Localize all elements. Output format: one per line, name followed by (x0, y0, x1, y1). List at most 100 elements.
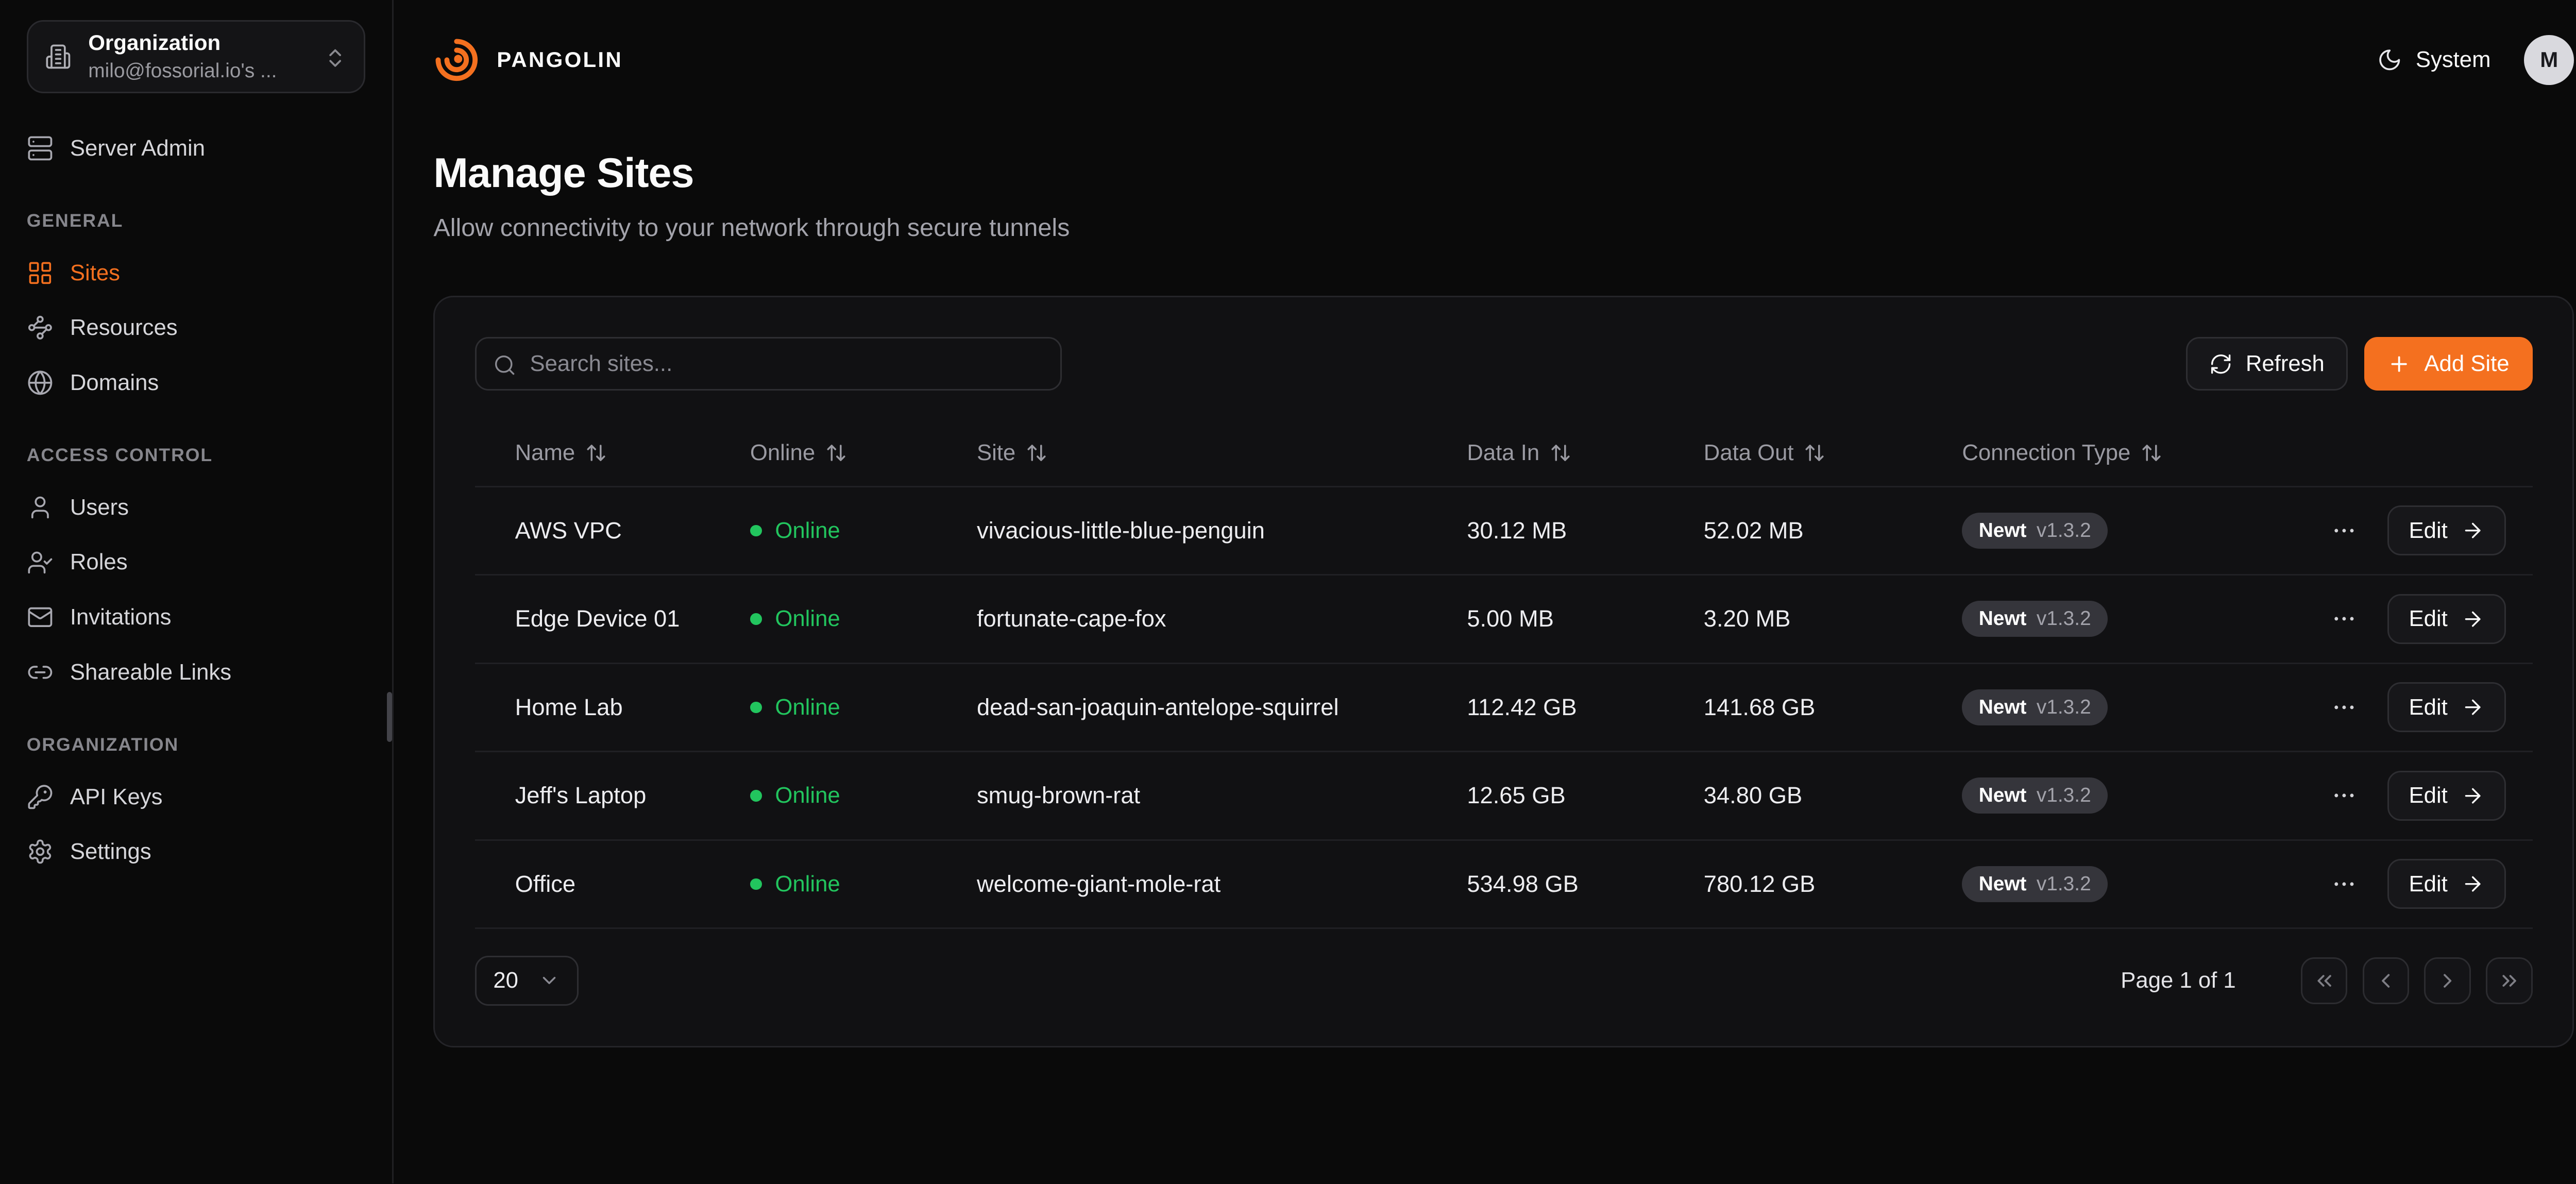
search-input[interactable] (530, 351, 1044, 377)
sidebar-item-label: Shareable Links (70, 659, 231, 685)
grid-icon (27, 260, 54, 286)
table-row: Jeff's Laptop Online smug-brown-rat 12.6… (475, 752, 2533, 841)
arrow-right-icon (2461, 696, 2484, 719)
online-status: Online (750, 606, 977, 632)
arrow-right-icon (2461, 519, 2484, 542)
next-page-button[interactable] (2424, 957, 2471, 1004)
sidebar-nav: Server Admin GENERAL Sites Resources Dom (27, 123, 365, 876)
name-cell: AWS VPC (515, 517, 750, 544)
refresh-button[interactable]: Refresh (2186, 337, 2348, 391)
column-label: Connection Type (1962, 440, 2130, 466)
last-page-button[interactable] (2486, 957, 2533, 1004)
sidebar-item-sites[interactable]: Sites (27, 248, 365, 298)
row-actions-button[interactable] (2324, 864, 2364, 904)
connection-cell: Newtv1.3.2 (1962, 601, 2312, 637)
sidebar-item-invitations[interactable]: Invitations (27, 593, 365, 642)
row-actions-button[interactable] (2324, 776, 2364, 816)
connection-cell: Newtv1.3.2 (1962, 777, 2312, 814)
sidebar-item-settings[interactable]: Settings (27, 827, 365, 877)
data-out-cell: 780.12 GB (1704, 871, 1962, 898)
edit-button-label: Edit (2409, 695, 2448, 720)
arrow-right-icon (2461, 607, 2484, 631)
moon-icon (2377, 47, 2402, 73)
edit-button[interactable]: Edit (2387, 859, 2506, 909)
edit-button[interactable]: Edit (2387, 505, 2506, 555)
connection-client: Newt (1979, 519, 2027, 542)
sidebar-item-resources[interactable]: Resources (27, 303, 365, 353)
ellipsis-icon (2331, 782, 2358, 809)
sort-icon (825, 442, 847, 464)
first-page-button[interactable] (2301, 957, 2348, 1004)
site-cell: smug-brown-rat (977, 782, 1467, 809)
add-site-button[interactable]: Add Site (2364, 337, 2532, 391)
connection-version: v1.3.2 (2037, 696, 2091, 719)
theme-toggle[interactable]: System (2377, 47, 2490, 73)
avatar[interactable]: M (2524, 35, 2574, 85)
column-label: Site (977, 440, 1015, 466)
sidebar-item-domains[interactable]: Domains (27, 358, 365, 408)
refresh-button-label: Refresh (2246, 351, 2325, 377)
link-icon (27, 659, 54, 686)
online-status-label: Online (775, 606, 840, 632)
column-header-data-out[interactable]: Data Out (1704, 440, 1962, 466)
edit-button[interactable]: Edit (2387, 594, 2506, 644)
column-header-connection-type[interactable]: Connection Type (1962, 440, 2312, 466)
sidebar: Organization milo@fossorial.io's ... Ser… (0, 0, 394, 1183)
toolbar-actions: Refresh Add Site (2186, 337, 2533, 391)
page-size-select[interactable]: 20 (475, 956, 579, 1006)
pangolin-logo (433, 37, 480, 83)
column-header-data-in[interactable]: Data In (1467, 440, 1703, 466)
column-header-online[interactable]: Online (750, 440, 977, 466)
brand[interactable]: PANGOLIN (433, 37, 623, 83)
edit-button[interactable]: Edit (2387, 682, 2506, 732)
sidebar-item-users[interactable]: Users (27, 482, 365, 532)
topbar-right: System M (2377, 35, 2574, 85)
status-dot (750, 613, 762, 625)
row-actions-button[interactable] (2324, 687, 2364, 728)
ellipsis-icon (2331, 694, 2358, 721)
main-area: PANGOLIN System M Manage Sites Allow con… (394, 0, 2576, 1183)
edit-button-label: Edit (2409, 871, 2448, 897)
sidebar-scrollbar[interactable] (387, 692, 392, 742)
table-row: Office Online welcome-giant-mole-rat 534… (475, 841, 2533, 929)
card-footer: 20 Page 1 of 1 (475, 956, 2533, 1006)
data-out-cell: 34.80 GB (1704, 782, 1962, 809)
edit-button[interactable]: Edit (2387, 771, 2506, 821)
online-status-label: Online (775, 518, 840, 544)
row-actions-button[interactable] (2324, 511, 2364, 551)
status-dot (750, 878, 762, 890)
connection-badge: Newt v1.3.2 (1962, 866, 2108, 902)
connection-version: v1.3.2 (2037, 873, 2091, 895)
sidebar-item-roles[interactable]: Roles (27, 537, 365, 587)
actions-cell: Edit (2312, 505, 2506, 555)
page-head: Manage Sites Allow connectivity to your … (394, 120, 2576, 242)
chevron-down-icon (538, 970, 560, 991)
sort-icon (1804, 442, 1825, 464)
sidebar-item-api-keys[interactable]: API Keys (27, 772, 365, 822)
status-dot (750, 702, 762, 714)
org-selector[interactable]: Organization milo@fossorial.io's ... (27, 20, 365, 93)
data-in-cell: 12.65 GB (1467, 782, 1703, 809)
connection-version: v1.3.2 (2037, 784, 2091, 807)
sidebar-item-shareable-links[interactable]: Shareable Links (27, 647, 365, 697)
sidebar-item-label: API Keys (70, 784, 163, 810)
connection-cell: Newtv1.3.2 (1962, 689, 2312, 725)
sort-icon (1550, 442, 1571, 464)
name-cell: Edge Device 01 (515, 605, 750, 632)
arrow-right-icon (2461, 872, 2484, 895)
sidebar-item-label: Server Admin (70, 136, 205, 161)
online-status: Online (750, 783, 977, 808)
page-indicator: Page 1 of 1 (2121, 968, 2235, 993)
sidebar-item-server-admin[interactable]: Server Admin (27, 123, 365, 173)
connection-client: Newt (1979, 873, 2027, 895)
column-header-site[interactable]: Site (977, 440, 1467, 466)
data-in-cell: 534.98 GB (1467, 871, 1703, 898)
edit-button-label: Edit (2409, 518, 2448, 544)
row-actions-button[interactable] (2324, 599, 2364, 639)
mail-icon (27, 604, 54, 631)
table-header-row: Name Online Site Data In (475, 420, 2533, 487)
globe-icon (27, 369, 54, 396)
column-header-name[interactable]: Name (515, 440, 750, 466)
prev-page-button[interactable] (2363, 957, 2410, 1004)
online-status: Online (750, 695, 977, 720)
